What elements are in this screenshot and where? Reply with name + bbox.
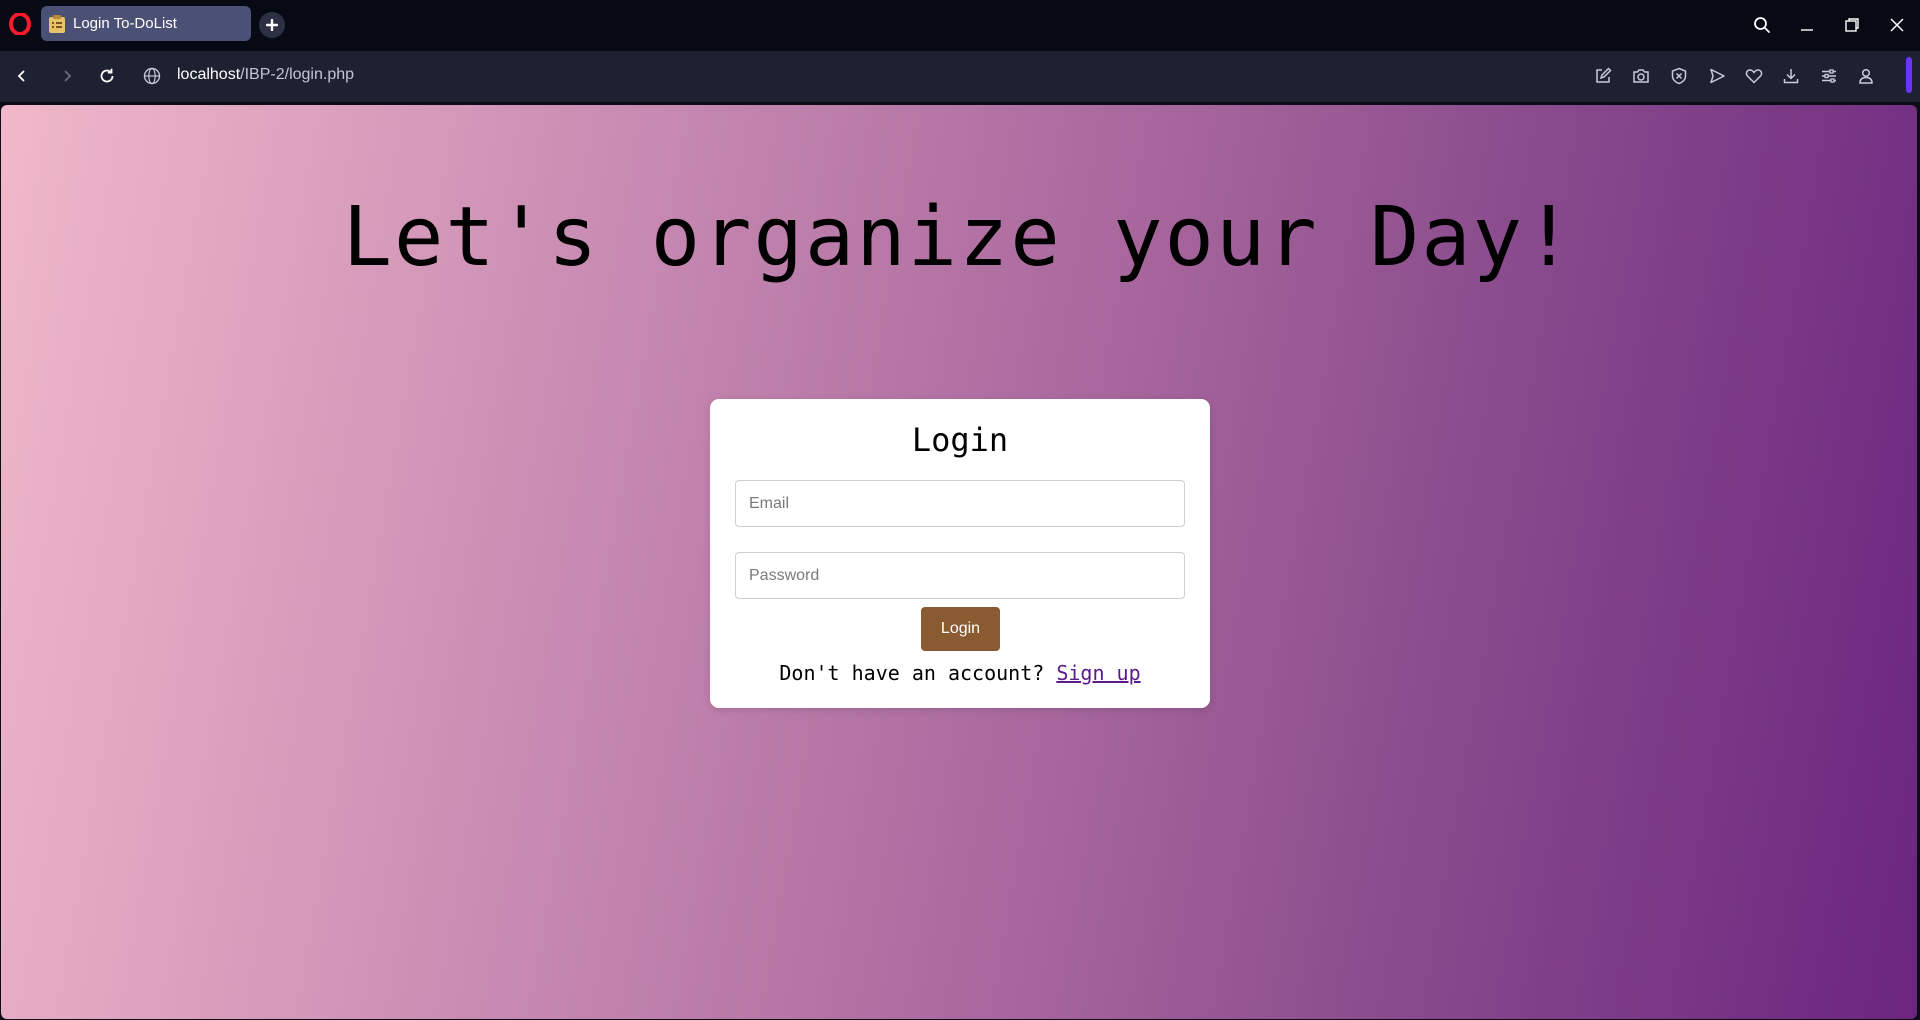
password-field[interactable] [735, 552, 1185, 599]
url-host: localhost [177, 66, 241, 83]
login-title: Login [911, 421, 1009, 459]
shield-icon [1671, 67, 1687, 85]
sidebar-indicator[interactable] [1906, 57, 1912, 93]
close-icon [1890, 18, 1904, 32]
send-button[interactable] [1704, 63, 1730, 89]
download-icon [1783, 69, 1799, 84]
downloads-button[interactable] [1778, 63, 1804, 89]
clipboard-icon [47, 14, 67, 34]
signup-prompt-row: Don't have an account? Sign up [710, 661, 1210, 685]
settings-sliders-icon [1822, 69, 1836, 83]
reload-icon [100, 68, 114, 83]
restore-button[interactable] [1837, 10, 1867, 40]
opera-logo-icon[interactable] [9, 12, 31, 36]
search-icon [1754, 17, 1770, 33]
plus-icon [266, 19, 278, 31]
signup-prompt: Don't have an account? [779, 661, 1045, 685]
reload-button[interactable] [92, 61, 122, 91]
page-headline: Let's organize your Day! [342, 190, 1576, 285]
minimize-button[interactable] [1792, 10, 1822, 40]
easy-setup-button[interactable] [1816, 63, 1842, 89]
edit-icon [1596, 67, 1612, 83]
browser-title-bar: Login To-DoList [0, 0, 1920, 51]
forward-button[interactable] [52, 61, 82, 91]
search-tabs-button[interactable] [1747, 10, 1777, 40]
tab-title: Login To-DoList [73, 15, 177, 32]
profile-icon [1859, 68, 1873, 84]
url-path: /IBP-2/login.php [240, 66, 355, 83]
close-window-button[interactable] [1882, 10, 1912, 40]
camera-icon [1633, 69, 1649, 83]
heart-icon [1745, 69, 1763, 84]
back-arrow-icon [17, 70, 25, 82]
address-bar: localhost/IBP-2/login.php [0, 51, 1920, 102]
restore-icon [1845, 18, 1859, 32]
tab-login-todolist[interactable]: Login To-DoList [41, 6, 251, 41]
page-viewport: Let's organize your Day! Login Login Don… [1, 105, 1917, 1019]
url-field[interactable]: localhost/IBP-2/login.php [177, 66, 354, 84]
snapshot-button[interactable] [1628, 63, 1654, 89]
profile-button[interactable] [1853, 63, 1879, 89]
new-tab-button[interactable] [259, 12, 285, 38]
email-field[interactable] [735, 480, 1185, 527]
forward-arrow-icon [64, 70, 72, 82]
send-icon [1710, 68, 1725, 84]
login-card: Login Login Don't have an account? Sign … [710, 399, 1210, 708]
back-button[interactable] [7, 61, 37, 91]
minimize-icon [1801, 29, 1813, 31]
signup-link[interactable]: Sign up [1056, 661, 1140, 685]
bookmark-button[interactable] [1741, 63, 1767, 89]
login-button[interactable]: Login [921, 607, 1000, 651]
adblock-button[interactable] [1666, 63, 1692, 89]
edit-button[interactable] [1590, 63, 1616, 89]
globe-icon [142, 66, 162, 86]
